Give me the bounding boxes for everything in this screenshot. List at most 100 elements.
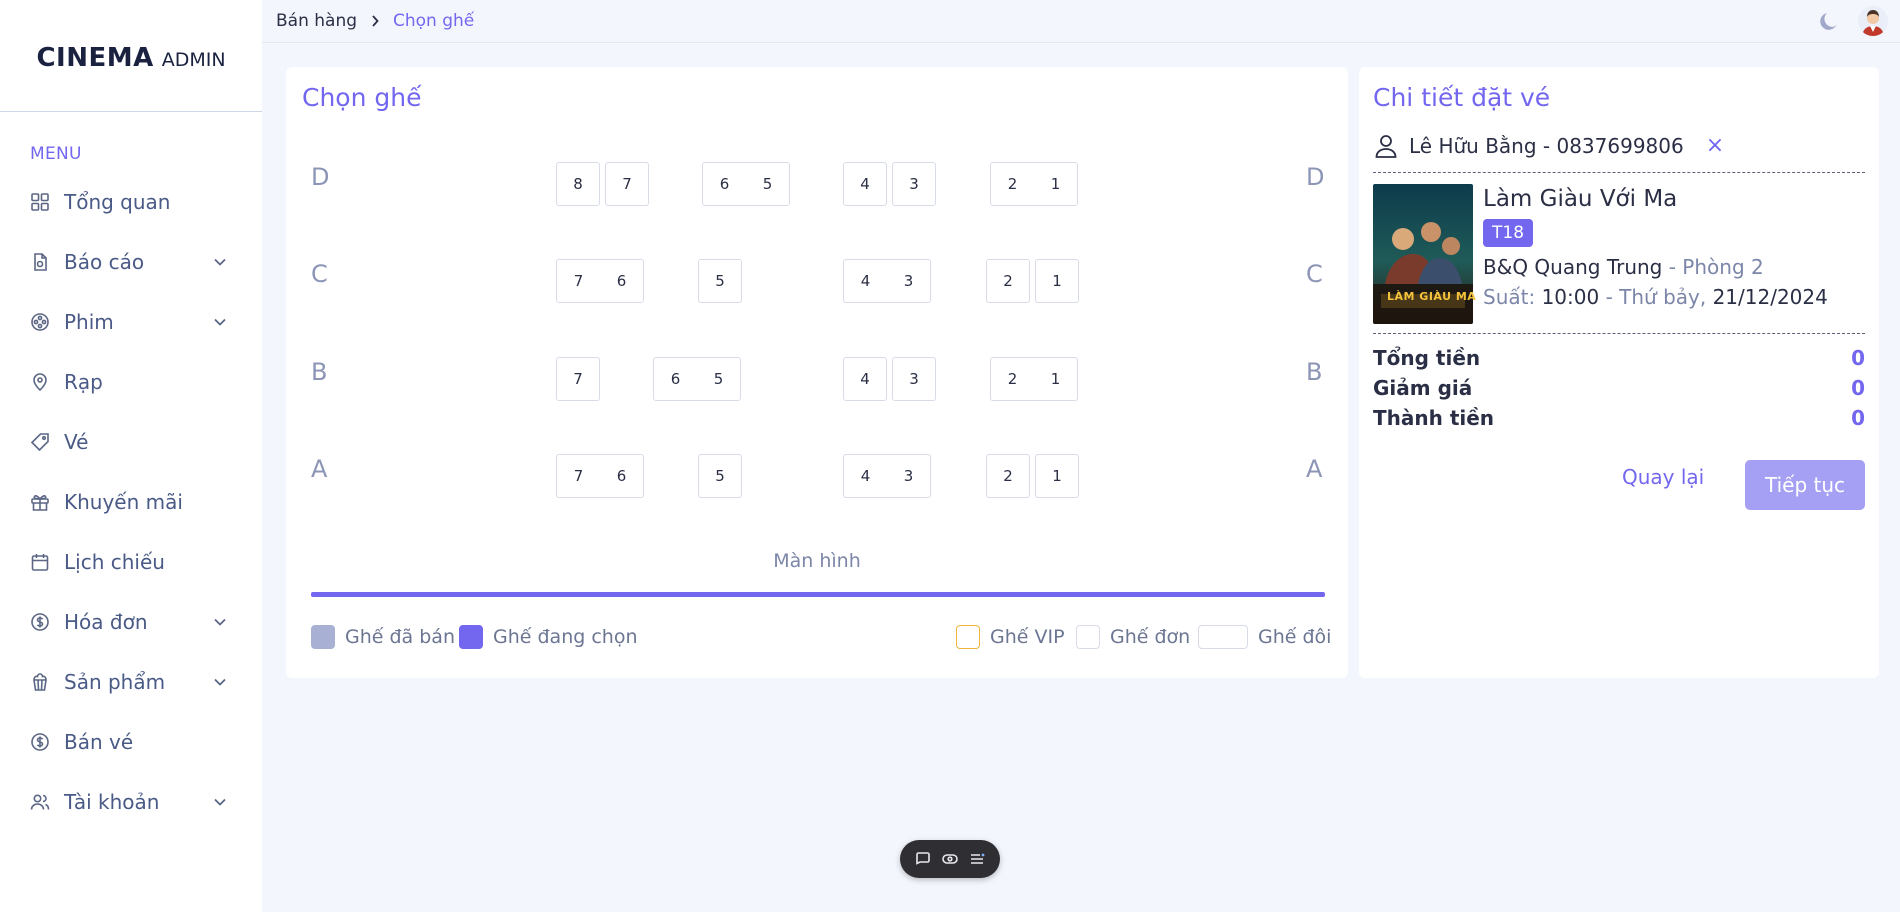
seat-map-title: Chọn ghế (302, 83, 422, 112)
booking-title: Chi tiết đặt vé (1373, 83, 1551, 112)
row-label-right: D (1306, 163, 1325, 191)
sidebar-item-lich-chieu[interactable]: Lịch chiếu (0, 532, 262, 592)
moon-icon[interactable] (1818, 10, 1840, 32)
seat[interactable]: 1 (1035, 259, 1079, 303)
seat-pair[interactable]: 7 6 (556, 454, 644, 498)
legend-label: Ghế đôi (1258, 626, 1332, 648)
seat[interactable]: 2 (986, 259, 1030, 303)
seat-pair[interactable]: 2 1 (990, 162, 1078, 206)
screen-bar (311, 592, 1325, 597)
sidebar-item-label: Hóa đơn (64, 610, 148, 634)
seat-pair[interactable]: 6 5 (702, 162, 790, 206)
seat[interactable]: 2 (986, 454, 1030, 498)
sidebar-item-khuyen-mai[interactable]: Khuyến mãi (0, 472, 262, 532)
seat: 6 (616, 272, 627, 290)
screen-label: Màn hình (773, 550, 861, 572)
seat-pair[interactable]: 6 5 (653, 357, 741, 401)
back-button[interactable]: Quay lại (1622, 459, 1704, 495)
sidebar-item-label: Sản phẩm (64, 670, 166, 694)
legend-swatch-selecting (459, 625, 483, 649)
topbar: Bán hàng Chọn ghế (262, 0, 1900, 43)
breadcrumb-item-ban-hang[interactable]: Bán hàng (276, 11, 357, 31)
customer-name: Lê Hữu Bằng - 0837699806 (1409, 134, 1684, 158)
cinema-line: B&Q Quang Trung - Phòng 2 (1483, 255, 1764, 279)
legend-swatch-sold (311, 625, 335, 649)
seat[interactable]: 3 (892, 357, 936, 401)
movie-title: Làm Giàu Với Ma (1483, 186, 1678, 212)
menu-list-icon[interactable] (968, 850, 986, 868)
sidebar-item-ve[interactable]: Vé (0, 412, 262, 472)
divider (1373, 333, 1865, 334)
menu-title: MENU (30, 144, 82, 164)
seat: 3 (903, 467, 914, 485)
chevron-down-icon (214, 318, 226, 326)
seat[interactable]: 1 (1035, 454, 1079, 498)
sidebar-item-rap[interactable]: Rạp (0, 352, 262, 412)
sidebar-item-tong-quan[interactable]: Tổng quan (0, 172, 262, 232)
user-icon (1375, 135, 1397, 158)
sidebar-item-label: Rạp (64, 370, 103, 394)
showtime-prefix: Suất: (1483, 285, 1542, 309)
sidebar-item-phim[interactable]: Phim (0, 292, 262, 352)
seat: 2 (1007, 175, 1018, 193)
seat: 6 (616, 467, 627, 485)
eye-icon[interactable] (941, 850, 959, 868)
seat: 2 (1007, 370, 1018, 388)
sidebar-item-label: Lịch chiếu (64, 550, 165, 574)
seat-map-card: Chọn ghế D D 8 7 6 5 4 3 2 1 C C 7 6 5 4… (286, 67, 1348, 678)
sidebar-item-bao-cao[interactable]: Báo cáo (0, 232, 262, 292)
row-label-left: D (311, 163, 330, 191)
poster-title-text: LÀM GIÀU MA (1387, 290, 1477, 303)
sidebar-item-hoa-don[interactable]: Hóa đơn (0, 592, 262, 652)
seat[interactable]: 4 (843, 162, 887, 206)
seat-pair[interactable]: 4 3 (843, 259, 931, 303)
sidebar-item-label: Khuyến mãi (64, 490, 183, 514)
total-value: 0 (1851, 346, 1865, 370)
legend-sold: Ghế đã bán (311, 625, 455, 649)
seat: 4 (860, 467, 871, 485)
grand-total-label: Thành tiền (1373, 406, 1495, 430)
showtime-line: Suất: 10:00 - Thứ bảy, 21/12/2024 (1483, 285, 1828, 309)
comment-icon[interactable] (914, 850, 932, 868)
sidebar-item-label: Vé (64, 430, 89, 454)
film-reel-icon (30, 312, 50, 332)
seat-pair[interactable]: 7 6 (556, 259, 644, 303)
seat[interactable]: 7 (605, 162, 649, 206)
total-label: Tổng tiền (1373, 346, 1481, 370)
seat[interactable]: 8 (556, 162, 600, 206)
logo[interactable]: CINEMA ADMIN (0, 0, 262, 112)
room-name: - Phòng 2 (1662, 255, 1764, 279)
users-icon (30, 792, 50, 812)
legend-label: Ghế VIP (990, 626, 1065, 648)
seat: 5 (713, 370, 724, 388)
seat[interactable]: 7 (556, 357, 600, 401)
seat[interactable]: 3 (892, 162, 936, 206)
seat[interactable]: 5 (698, 454, 742, 498)
floating-toolbar (900, 840, 1000, 878)
total-row: Tổng tiền 0 (1373, 346, 1865, 370)
gift-icon (30, 492, 50, 512)
seat: 7 (573, 272, 584, 290)
calendar-icon (30, 552, 50, 572)
seat[interactable]: 5 (698, 259, 742, 303)
close-icon[interactable]: × (1706, 135, 1724, 157)
popcorn-icon (30, 672, 50, 692)
sidebar-item-ban-ve[interactable]: Bán vé (0, 712, 262, 772)
seat: 6 (719, 175, 730, 193)
avatar[interactable] (1858, 6, 1888, 36)
seat-pair[interactable]: 2 1 (990, 357, 1078, 401)
ticket-tag-icon (30, 432, 50, 452)
legend-swatch-single (1076, 625, 1100, 649)
sidebar-item-label: Báo cáo (64, 250, 145, 274)
seat-pair[interactable]: 4 3 (843, 454, 931, 498)
chevron-down-icon (214, 258, 226, 266)
sidebar-item-san-pham[interactable]: Sản phẩm (0, 652, 262, 712)
logo-text: CINEMA (36, 42, 154, 73)
continue-button[interactable]: Tiếp tục (1745, 460, 1865, 510)
seat[interactable]: 4 (843, 357, 887, 401)
legend-vip: Ghế VIP (956, 625, 1065, 649)
sidebar-item-tai-khoan[interactable]: Tài khoản (0, 772, 262, 832)
chevron-down-icon (214, 618, 226, 626)
chevron-down-icon (214, 798, 226, 806)
row-label-left: C (311, 260, 328, 288)
